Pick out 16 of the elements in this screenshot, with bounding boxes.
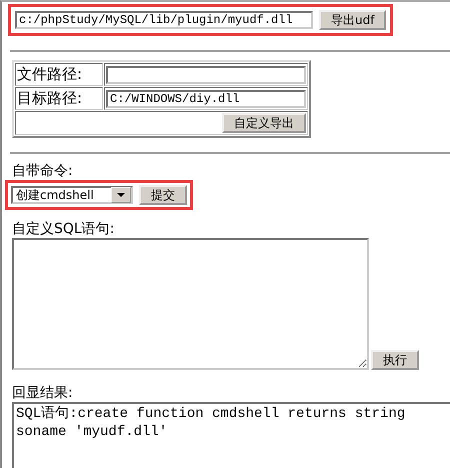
path-label: 目标路径: <box>15 87 103 110</box>
submit-button[interactable]: 提交 <box>139 185 187 205</box>
command-label: 自带命令: <box>12 162 74 180</box>
path-field[interactable] <box>106 66 306 84</box>
command-dropdown[interactable]: 创建cmdshell <box>11 186 133 204</box>
dropdown-arrow-icon <box>117 193 125 197</box>
path-field[interactable]: c:/phpStudy/MySQL/lib/plugin/myudf.dll <box>15 11 313 29</box>
result-output-field[interactable]: SQL语句:create function cmdshell returns string soname 'myudf.dll' <box>12 402 450 468</box>
result-label: 回显结果: <box>12 384 74 402</box>
path-field[interactable]: C:/WINDOWS/diy.dll <box>106 90 306 108</box>
path-label: 文件路径: <box>15 63 103 86</box>
custom-export-button[interactable]: 自定义导出 <box>222 113 306 133</box>
sql-label: 自定义SQL语句: <box>12 220 116 238</box>
execute-button[interactable]: 执行 <box>371 350 419 370</box>
sql-input-field[interactable] <box>12 238 369 370</box>
export-udf-button[interactable]: 导出udf <box>319 10 386 30</box>
